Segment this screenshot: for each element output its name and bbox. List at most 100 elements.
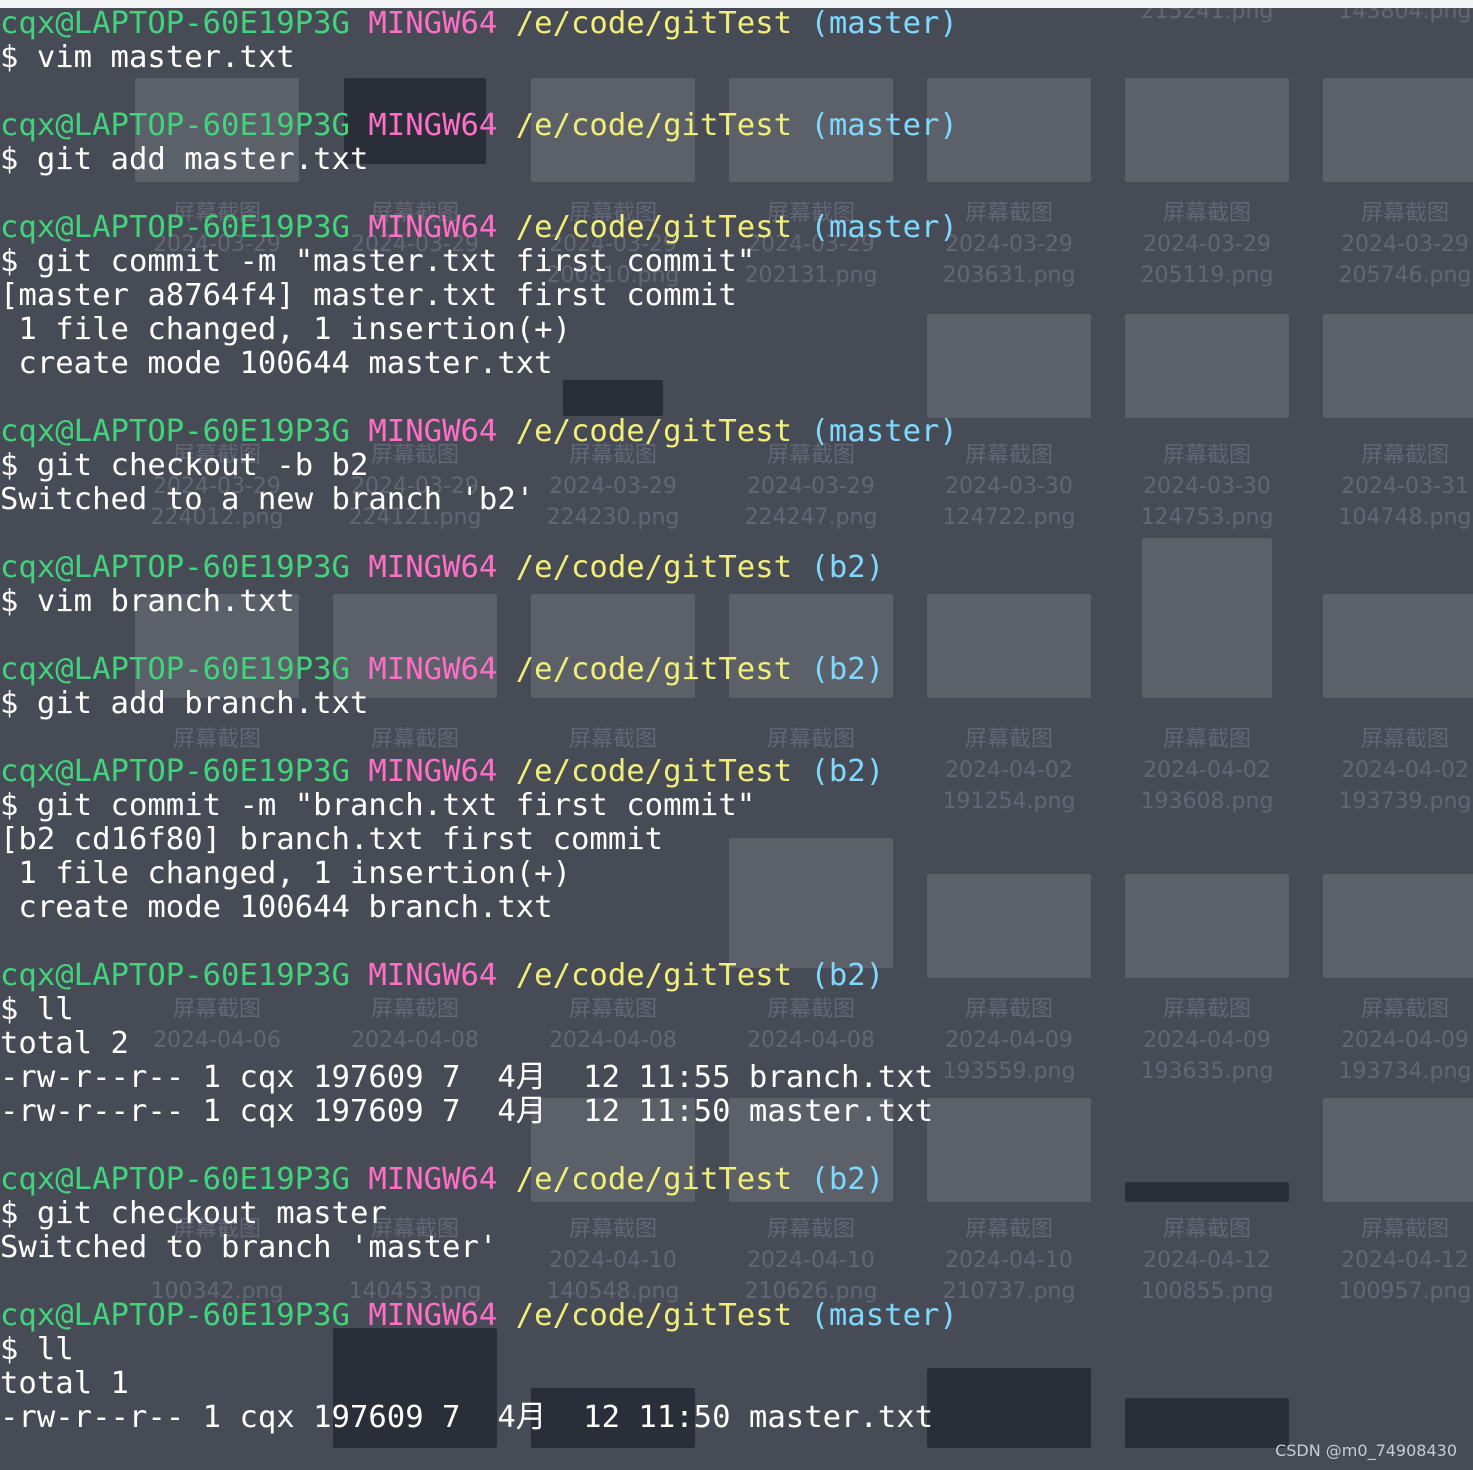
prompt-sign: $ xyxy=(0,686,19,721)
command-text: vim master.txt xyxy=(36,40,295,75)
command-text: ll xyxy=(36,992,74,1027)
file-thumbnail xyxy=(1306,874,1473,978)
output-line: -rw-r--r-- 1 cqx 197609 7 4月 12 11:50 ma… xyxy=(0,1400,934,1435)
prompt-branch: (b2) xyxy=(810,652,885,687)
prompt-user-host: cqx@LAPTOP-60E19P3G xyxy=(0,210,350,245)
command-text: ll xyxy=(36,1332,74,1367)
prompt-sign: $ xyxy=(0,1196,19,1231)
command-line: $ git commit -m "master.txt first commit… xyxy=(0,245,958,279)
command-text: git checkout -b b2 xyxy=(36,448,369,483)
prompt-sign: $ xyxy=(0,448,19,483)
command-line: $ git checkout -b b2 xyxy=(0,449,958,483)
prompt-branch: (master) xyxy=(810,6,958,41)
prompt-user-host: cqx@LAPTOP-60E19P3G xyxy=(0,652,350,687)
prompt-path: /e/code/gitTest xyxy=(515,1298,793,1333)
file-caption: 屏幕截图 2024-04-12 100957.png xyxy=(1338,1217,1472,1304)
output-line: -rw-r--r-- 1 cqx 197609 7 4月 12 11:55 br… xyxy=(0,1060,934,1095)
output-line: 1 file changed, 1 insertion(+) xyxy=(0,312,571,347)
prompt-path: /e/code/gitTest xyxy=(515,1162,793,1197)
prompt-system: MINGW64 xyxy=(368,1298,498,1333)
file-thumbnail xyxy=(1306,1098,1473,1202)
output-line: total 2 xyxy=(0,1026,129,1061)
prompt-line: cqx@LAPTOP-60E19P3G MINGW64 /e/code/gitT… xyxy=(0,7,958,41)
prompt-branch: (b2) xyxy=(810,1162,885,1197)
output-line: Switched to a new branch 'b2' xyxy=(0,482,535,517)
prompt-user-host: cqx@LAPTOP-60E19P3G xyxy=(0,754,350,789)
command-line: $ vim branch.txt xyxy=(0,585,958,619)
command-text: git commit -m "master.txt first commit" xyxy=(36,244,756,279)
prompt-branch: (master) xyxy=(810,1298,958,1333)
prompt-user-host: cqx@LAPTOP-60E19P3G xyxy=(0,6,350,41)
prompt-line: cqx@LAPTOP-60E19P3G MINGW64 /e/code/gitT… xyxy=(0,755,958,789)
prompt-path: /e/code/gitTest xyxy=(515,652,793,687)
prompt-branch: (master) xyxy=(810,414,958,449)
prompt-system: MINGW64 xyxy=(368,1162,498,1197)
file-caption: 屏幕截图 2024-04-12 100855.png xyxy=(1140,1217,1274,1304)
prompt-sign: $ xyxy=(0,992,19,1027)
file-caption: 屏幕截图 2024-03-29 205746.png xyxy=(1338,201,1472,288)
command-line: $ git checkout master xyxy=(0,1197,958,1231)
prompt-system: MINGW64 xyxy=(368,958,498,993)
prompt-sign: $ xyxy=(0,244,19,279)
command-text: git add master.txt xyxy=(36,142,369,177)
prompt-user-host: cqx@LAPTOP-60E19P3G xyxy=(0,414,350,449)
prompt-path: /e/code/gitTest xyxy=(515,550,793,585)
prompt-path: /e/code/gitTest xyxy=(515,754,793,789)
prompt-user-host: cqx@LAPTOP-60E19P3G xyxy=(0,1162,350,1197)
prompt-branch: (b2) xyxy=(810,754,885,789)
prompt-system: MINGW64 xyxy=(368,754,498,789)
prompt-line: cqx@LAPTOP-60E19P3G MINGW64 /e/code/gitT… xyxy=(0,653,958,687)
prompt-sign: $ xyxy=(0,40,19,75)
terminal-output[interactable]: cqx@LAPTOP-60E19P3G MINGW64 /e/code/gitT… xyxy=(0,7,958,1435)
file-caption: 屏幕截图 2024-04-09 193635.png xyxy=(1140,997,1274,1084)
prompt-line: cqx@LAPTOP-60E19P3G MINGW64 /e/code/gitT… xyxy=(0,1163,958,1197)
command-text: git checkout master xyxy=(36,1196,387,1231)
output-line: [b2 cd16f80] branch.txt first commit xyxy=(0,822,664,857)
prompt-branch: (b2) xyxy=(810,958,885,993)
prompt-system: MINGW64 xyxy=(368,414,498,449)
output-line: Switched to branch 'master' xyxy=(0,1230,498,1265)
prompt-branch: (master) xyxy=(810,108,958,143)
prompt-path: /e/code/gitTest xyxy=(515,210,793,245)
file-thumbnail xyxy=(1108,78,1306,182)
prompt-path: /e/code/gitTest xyxy=(515,108,793,143)
prompt-line: cqx@LAPTOP-60E19P3G MINGW64 /e/code/gitT… xyxy=(0,551,958,585)
prompt-branch: (b2) xyxy=(810,550,885,585)
output-line: 1 file changed, 1 insertion(+) xyxy=(0,856,571,891)
prompt-sign: $ xyxy=(0,1332,19,1367)
output-line: create mode 100644 branch.txt xyxy=(0,890,553,925)
prompt-sign: $ xyxy=(0,584,19,619)
prompt-path: /e/code/gitTest xyxy=(515,958,793,993)
prompt-line: cqx@LAPTOP-60E19P3G MINGW64 /e/code/gitT… xyxy=(0,415,958,449)
file-caption: 屏幕截图 2024-04-02 193739.png xyxy=(1338,727,1472,814)
file-caption: 屏幕截图 2024-04-02 193608.png xyxy=(1140,727,1274,814)
file-thumbnail xyxy=(1108,314,1306,418)
command-line: $ git commit -m "branch.txt first commit… xyxy=(0,789,958,823)
command-line: $ git add branch.txt xyxy=(0,687,958,721)
file-caption: 屏幕截图 2024-03-31 104748.png xyxy=(1338,443,1472,530)
file-caption: 屏幕截图 2024-04-09 193734.png xyxy=(1338,997,1472,1084)
prompt-line: cqx@LAPTOP-60E19P3G MINGW64 /e/code/gitT… xyxy=(0,211,958,245)
prompt-branch: (master) xyxy=(810,210,958,245)
prompt-system: MINGW64 xyxy=(368,6,498,41)
file-thumbnail xyxy=(1108,874,1306,978)
prompt-system: MINGW64 xyxy=(368,210,498,245)
file-thumbnail xyxy=(1108,1182,1306,1202)
command-text: git add branch.txt xyxy=(36,686,369,721)
command-line: $ ll xyxy=(0,993,958,1027)
output-line: create mode 100644 master.txt xyxy=(0,346,553,381)
command-line: $ git add master.txt xyxy=(0,143,958,177)
command-text: vim branch.txt xyxy=(36,584,295,619)
file-tile: 215241.png xyxy=(1140,8,1274,24)
prompt-line: cqx@LAPTOP-60E19P3G MINGW64 /e/code/gitT… xyxy=(0,1299,958,1333)
watermark: CSDN @m0_74908430 xyxy=(1275,1441,1457,1460)
prompt-line: cqx@LAPTOP-60E19P3G MINGW64 /e/code/gitT… xyxy=(0,109,958,143)
